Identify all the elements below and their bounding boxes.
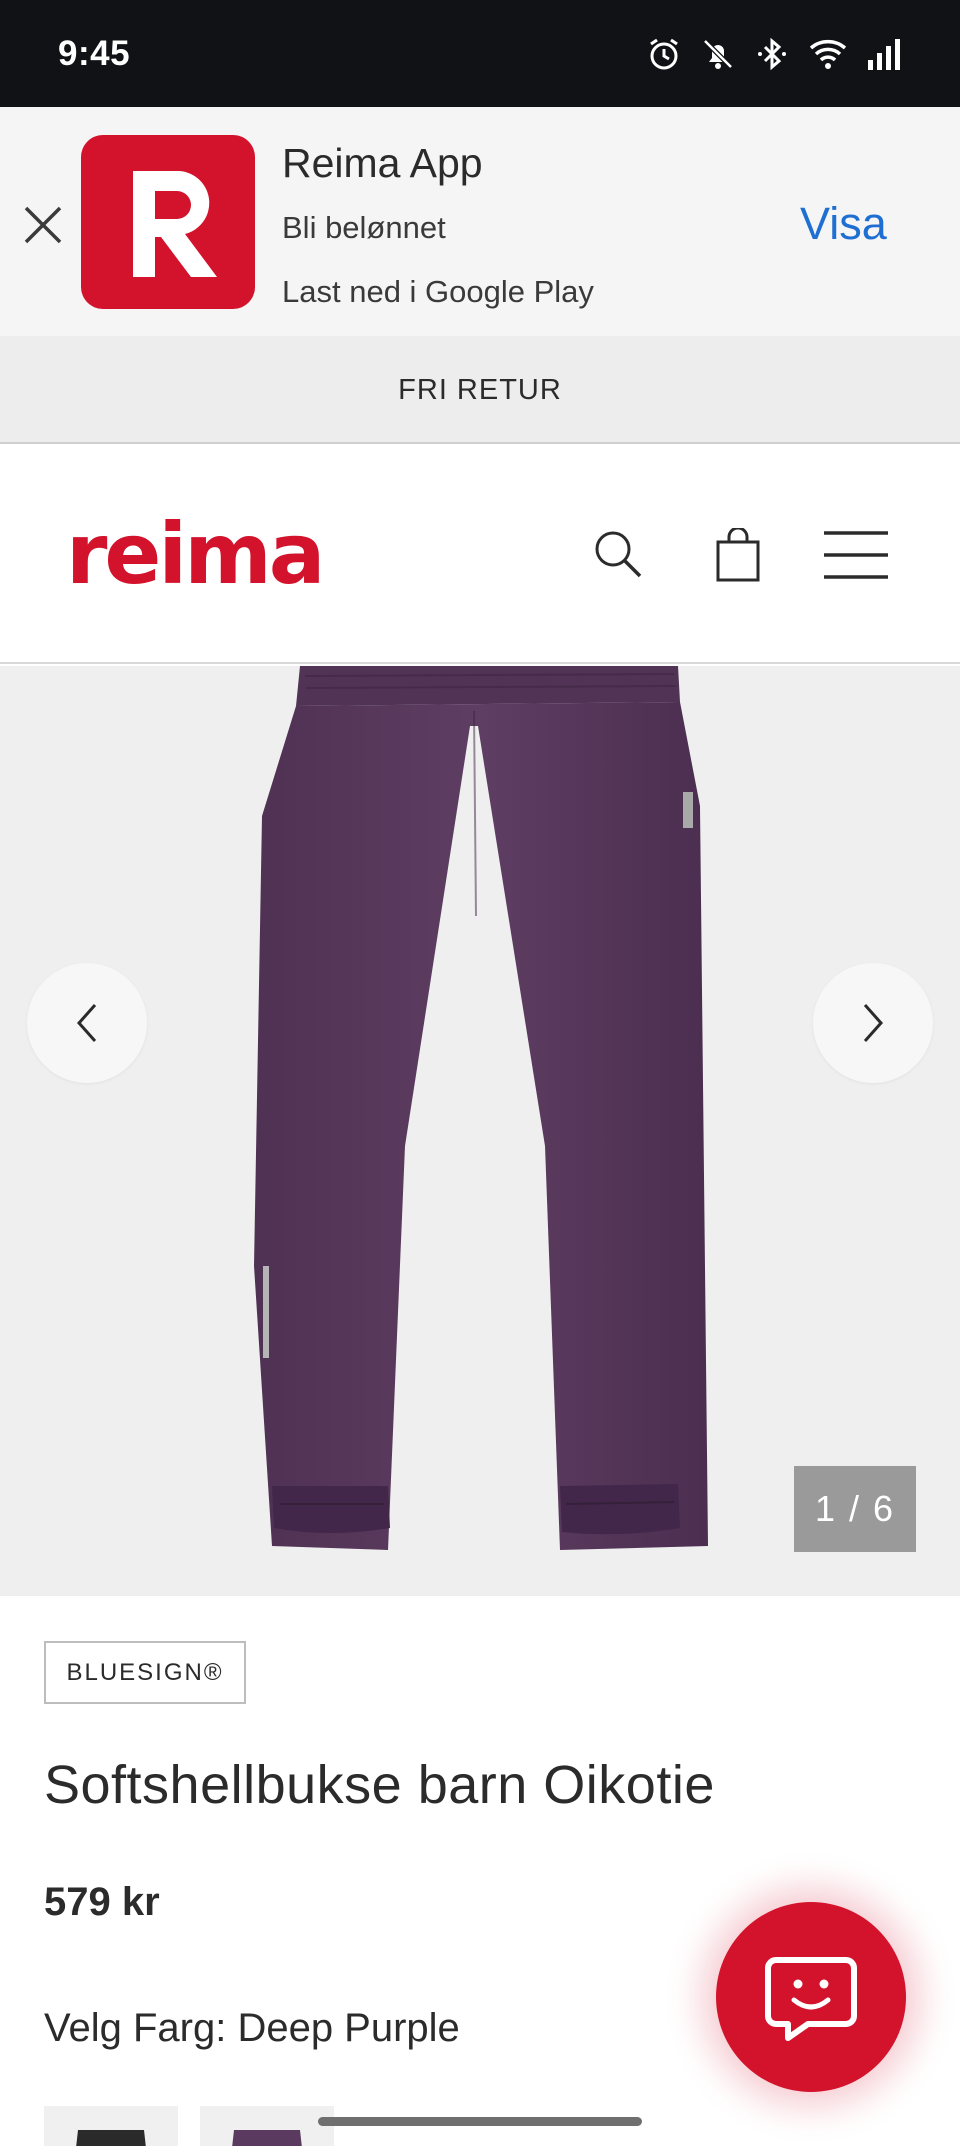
app-name: Reima App xyxy=(282,140,483,186)
next-image-button[interactable] xyxy=(813,963,933,1083)
menu-icon[interactable] xyxy=(822,530,890,585)
wifi-icon xyxy=(808,36,848,77)
bluetooth-icon xyxy=(754,36,790,77)
status-time: 9:45 xyxy=(58,34,131,73)
chat-face-icon xyxy=(765,1957,857,2041)
home-indicator[interactable] xyxy=(318,2117,642,2126)
search-icon[interactable] xyxy=(592,528,644,585)
bag-icon[interactable] xyxy=(714,526,762,587)
signal-icon xyxy=(866,36,900,77)
product-gallery[interactable]: 1 / 6 xyxy=(0,666,960,1596)
prev-image-button[interactable] xyxy=(27,963,147,1083)
chat-button[interactable] xyxy=(716,1902,906,2092)
promo-text[interactable]: FRI RETUR xyxy=(0,374,960,407)
color-swatch-black[interactable] xyxy=(44,2106,178,2146)
app-tagline: Bli belønnet xyxy=(282,210,446,245)
product-title: Softshellbukse barn Oikotie xyxy=(44,1755,715,1815)
color-swatch-deep-purple[interactable] xyxy=(200,2106,334,2146)
logo[interactable]: reima xyxy=(66,512,325,596)
image-counter: 1 / 6 xyxy=(794,1466,916,1552)
product-price: 579 kr xyxy=(44,1880,160,1924)
view-app-button[interactable]: Visa xyxy=(800,198,887,250)
promo-strip: FRI RETUR xyxy=(0,336,960,444)
bluesign-badge: BLUESIGN® xyxy=(44,1641,246,1704)
site-header: reima xyxy=(0,446,960,664)
close-icon[interactable] xyxy=(22,204,64,246)
bell-off-icon xyxy=(700,36,736,77)
alarm-icon xyxy=(646,36,682,77)
status-icons xyxy=(646,36,900,77)
status-bar: 9:45 xyxy=(0,0,960,107)
product-image xyxy=(254,666,708,1550)
app-icon xyxy=(81,135,255,309)
color-label: Velg Farg: Deep Purple xyxy=(44,2006,460,2050)
app-store-note: Last ned i Google Play xyxy=(282,274,594,309)
